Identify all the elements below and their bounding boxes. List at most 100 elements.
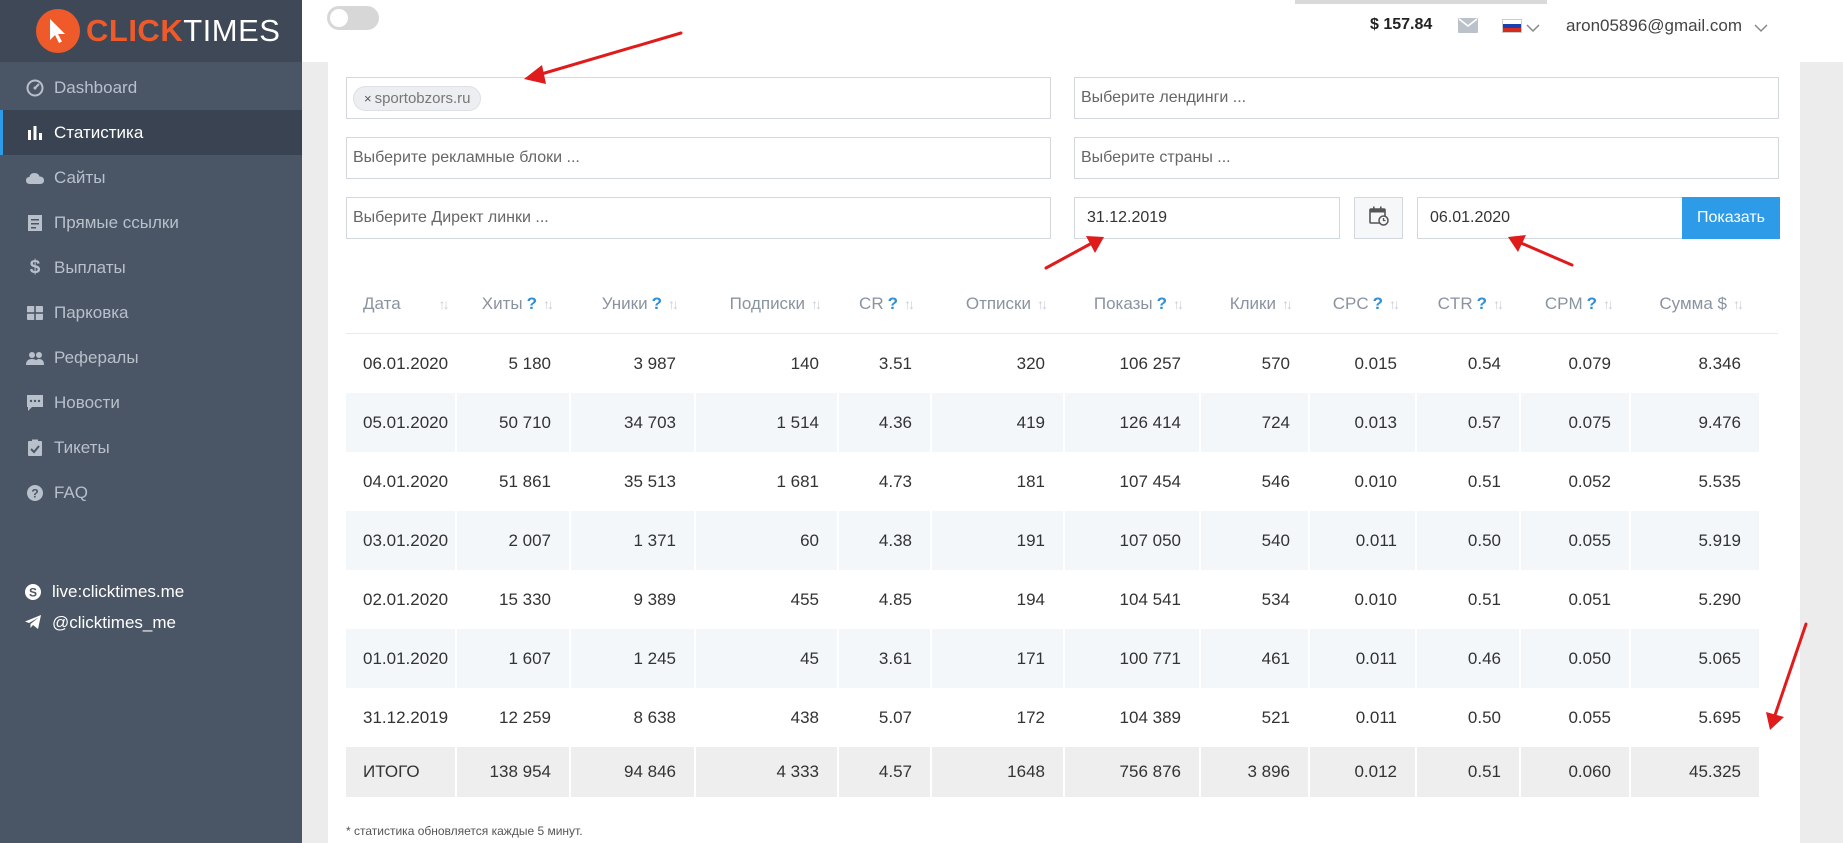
column-header-label: Показы <box>1093 293 1153 313</box>
cell-ctr: 0.46 <box>1417 629 1519 688</box>
sidebar-item-parking[interactable]: Парковка <box>0 290 302 335</box>
cell-hits: 15 330 <box>499 589 551 609</box>
help-icon[interactable]: ? <box>1157 294 1167 314</box>
countries-select[interactable]: Выберите страны ... <box>1074 137 1779 179</box>
tag-remove-icon[interactable]: × <box>364 91 372 106</box>
column-header-label: CPM <box>1544 293 1583 313</box>
cell-hits: 5 180 <box>508 353 551 373</box>
help-icon[interactable]: ? <box>652 294 662 314</box>
balance-amount: $ 157.84 <box>1370 16 1433 33</box>
sort-arrows-icon[interactable]: ↑↓ <box>811 296 822 312</box>
sidebar-item-label: Статистика <box>54 122 144 142</box>
sidebar-toggle-switch[interactable] <box>327 6 379 30</box>
ad-blocks-select[interactable]: Выберите рекламные блоки ... <box>346 137 1051 179</box>
help-icon[interactable]: ? <box>527 294 537 314</box>
cell-uniques: 8 638 <box>633 707 676 727</box>
table-row: 04.01.2020 51 861 35 513 1 681 4.73 181 107 45… <box>346 452 1778 511</box>
skype-link[interactable]: S live:clicktimes.me <box>24 576 184 607</box>
column-header-cpm[interactable]: CPM? ↑↓ <box>1521 274 1629 333</box>
cell-impressions: 100 771 <box>1065 629 1199 688</box>
sidebar-item-label: Рефералы <box>54 347 139 367</box>
cell-cr: 4.57 <box>839 747 930 797</box>
russian-flag-icon[interactable] <box>1502 19 1522 33</box>
column-header-label: Дата <box>363 293 401 313</box>
sidebar-item-sites[interactable]: Сайты <box>0 155 302 200</box>
cell-hits: 12 259 <box>499 707 551 727</box>
column-header-unsubscribes[interactable]: Отписки ↑↓ <box>932 274 1063 333</box>
cell-sum: 5.290 <box>1698 589 1741 609</box>
column-header-ctr[interactable]: CTR? ↑↓ <box>1417 274 1519 333</box>
sidebar-item-payouts[interactable]: $ Выплаты <box>0 245 302 290</box>
sort-arrows-icon[interactable]: ↑↓ <box>1037 296 1048 312</box>
date-from-input[interactable]: 31.12.2019 <box>1074 197 1340 239</box>
sort-arrows-icon[interactable]: ↑↓ <box>1733 296 1744 312</box>
column-header-hits[interactable]: Хиты? ↑↓ <box>457 274 569 333</box>
cell-sum: 5.065 <box>1631 629 1759 688</box>
sort-arrows-icon[interactable]: ↑↓ <box>1173 296 1184 312</box>
table-row: 03.01.2020 2 007 1 371 60 4.38 191 107 050 540 0… <box>346 511 1778 570</box>
show-button[interactable]: Показать <box>1682 197 1780 239</box>
countries-placeholder: Выберите страны ... <box>1081 149 1231 166</box>
sites-select[interactable]: × sportobzors.ru <box>346 77 1051 119</box>
help-icon[interactable]: ? <box>888 294 898 314</box>
table-row: 02.01.2020 15 330 9 389 455 4.85 194 104 541 53… <box>346 570 1778 629</box>
direct-links-select[interactable]: Выберите Директ линки ... <box>346 197 1051 239</box>
sidebar-item-label: FAQ <box>54 482 89 502</box>
cell-cpm: 0.051 <box>1568 589 1611 609</box>
column-header-impressions[interactable]: Показы? ↑↓ <box>1065 274 1199 333</box>
column-header-label: CTR <box>1437 293 1473 313</box>
logo[interactable]: CLICKTIMES <box>0 0 302 62</box>
cell-clicks: 570 <box>1261 353 1290 373</box>
column-header-date[interactable]: Дата ↑↓ <box>346 274 455 333</box>
cell-cpm: 0.055 <box>1568 707 1611 727</box>
sidebar-item-direct-links[interactable]: Прямые ссылки <box>0 200 302 245</box>
cell-cpm: 0.052 <box>1568 471 1611 491</box>
sort-arrows-icon[interactable]: ↑↓ <box>439 296 450 312</box>
cell-unsubscribes: 419 <box>932 393 1063 452</box>
chevron-down-icon[interactable] <box>1754 20 1768 38</box>
column-header-cpc[interactable]: CPC? ↑↓ <box>1310 274 1415 333</box>
cell-date: 31.12.2019 <box>363 707 449 727</box>
cell-hits: 1 607 <box>457 629 569 688</box>
column-header-cr[interactable]: CR? ↑↓ <box>839 274 930 333</box>
help-icon[interactable]: ? <box>1373 294 1383 314</box>
chevron-down-icon[interactable] <box>1526 20 1540 38</box>
sidebar-item-faq[interactable]: ? FAQ <box>0 470 302 515</box>
sort-arrows-icon[interactable]: ↑↓ <box>1389 296 1400 312</box>
cell-hits: 51 861 <box>499 471 551 491</box>
sort-arrows-icon[interactable]: ↑↓ <box>668 296 679 312</box>
column-header-clicks[interactable]: Клики ↑↓ <box>1201 274 1308 333</box>
calendar-button[interactable] <box>1354 197 1403 239</box>
sidebar-item-tickets[interactable]: Тикеты <box>0 425 302 470</box>
telegram-link[interactable]: @clicktimes_me <box>24 607 184 638</box>
social-links: S live:clicktimes.me @clicktimes_me <box>24 576 184 638</box>
sort-arrows-icon[interactable]: ↑↓ <box>543 296 554 312</box>
sort-arrows-icon[interactable]: ↑↓ <box>1493 296 1504 312</box>
sidebar-item-dashboard[interactable]: Dashboard <box>0 65 302 110</box>
bar-chart-icon <box>24 122 46 144</box>
user-email[interactable]: aron05896@gmail.com <box>1566 16 1742 36</box>
sidebar-item-referrals[interactable]: Рефералы <box>0 335 302 380</box>
column-header-uniques[interactable]: Уники? ↑↓ <box>571 274 694 333</box>
cell-ctr: 0.51 <box>1417 747 1519 797</box>
comment-icon <box>24 392 46 414</box>
cell-unsubscribes: 171 <box>932 629 1063 688</box>
sort-arrows-icon[interactable]: ↑↓ <box>1603 296 1614 312</box>
column-header-sum[interactable]: Сумма $ ↑↓ <box>1631 274 1759 333</box>
sidebar-item-news[interactable]: Новости <box>0 380 302 425</box>
cell-date: 03.01.2020 <box>346 511 455 570</box>
sort-arrows-icon[interactable]: ↑↓ <box>1282 296 1293 312</box>
sort-arrows-icon[interactable]: ↑↓ <box>904 296 915 312</box>
cell-sum: 8.346 <box>1698 353 1741 373</box>
help-icon[interactable]: ? <box>1477 294 1487 314</box>
landings-select[interactable]: Выберите лендинги ... <box>1074 77 1779 119</box>
sidebar-item-statistics[interactable]: Статистика <box>0 110 302 155</box>
column-header-subscriptions[interactable]: Подписки ↑↓ <box>696 274 837 333</box>
date-to-input[interactable]: 06.01.2020 <box>1417 197 1683 239</box>
help-icon[interactable]: ? <box>1587 294 1597 314</box>
mail-icon[interactable] <box>1458 18 1478 38</box>
cell-date: 02.01.2020 <box>363 589 449 609</box>
column-header-label: Уники <box>601 293 648 313</box>
table-row: 31.12.2019 12 259 8 638 438 5.07 172 104 389 52… <box>346 688 1778 747</box>
cell-cpm: 0.079 <box>1568 353 1611 373</box>
